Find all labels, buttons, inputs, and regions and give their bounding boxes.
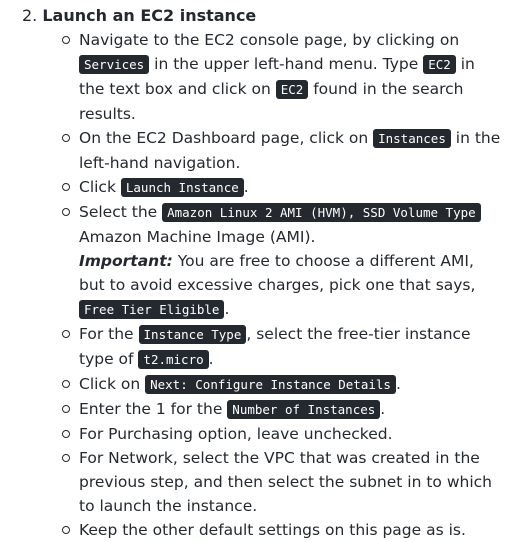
code-ec2-result: EC2 [275,80,309,99]
item-text: Enter the 1 for the [79,400,228,418]
code-number-of-instances: Number of Instances [227,400,381,419]
item-text: For Network, select the VPC that was cre… [79,449,492,515]
list-item-navigate-console: Navigate to the EC2 console page, by cli… [62,28,504,126]
code-services: Services [79,55,150,74]
item-text: . [380,400,386,418]
code-instance-type: Instance Type [138,325,247,344]
document-body: 2. Launch an EC2 instance Navigate to th… [0,0,516,542]
step-heading: 2. Launch an EC2 instance [0,4,516,28]
item-text: . [208,350,214,368]
code-next-configure: Next: Configure Instance Details [145,375,396,394]
code-ec2-search: EC2 [423,55,456,74]
item-text: in the upper left-hand menu. Type [149,55,424,73]
list-item-number-of-instances: Enter the 1 for the Number of Instances. [62,397,504,422]
important-label: Important: [79,252,173,270]
step-title: Launch an EC2 instance [42,6,257,25]
item-text: Click [79,178,121,196]
list-item-instances-nav: On the EC2 Dashboard page, click on Inst… [62,126,504,175]
step-number: 2. [22,6,38,25]
list-item-purchasing-option: For Purchasing option, leave unchecked. [62,422,504,446]
list-item-launch-instance: Click Launch Instance. [62,175,504,200]
item-text: For the [79,325,139,343]
code-free-tier-eligible: Free Tier Eligible [79,300,225,319]
code-t2-micro: t2.micro [138,350,209,369]
item-text: On the EC2 Dashboard page, click on [79,129,374,147]
item-text: Click on [79,375,146,393]
item-text: . [395,375,401,393]
instruction-list: Navigate to the EC2 console page, by cli… [0,28,504,542]
item-text: Amazon Machine Image (AMI). [79,228,316,246]
item-text: Keep the other default settings on this … [79,521,466,539]
list-item-instance-type: For the Instance Type, select the free-t… [62,322,504,372]
item-text: For Purchasing option, leave unchecked. [79,425,393,443]
item-text: . [224,300,230,318]
code-ami-name: Amazon Linux 2 AMI (HVM), SSD Volume Typ… [162,203,481,222]
item-text: . [243,178,249,196]
code-instances: Instances [373,129,451,148]
item-text: Select the [79,203,163,221]
code-launch-instance: Launch Instance [120,178,244,197]
list-item-configure-details: Click on Next: Configure Instance Detail… [62,372,504,397]
list-item-network: For Network, select the VPC that was cre… [62,446,504,518]
item-text: Navigate to the EC2 console page, by cli… [79,31,460,49]
list-item-select-ami: Select the Amazon Linux 2 AMI (HVM), SSD… [62,200,504,322]
list-item-default-settings: Keep the other default settings on this … [62,518,504,542]
